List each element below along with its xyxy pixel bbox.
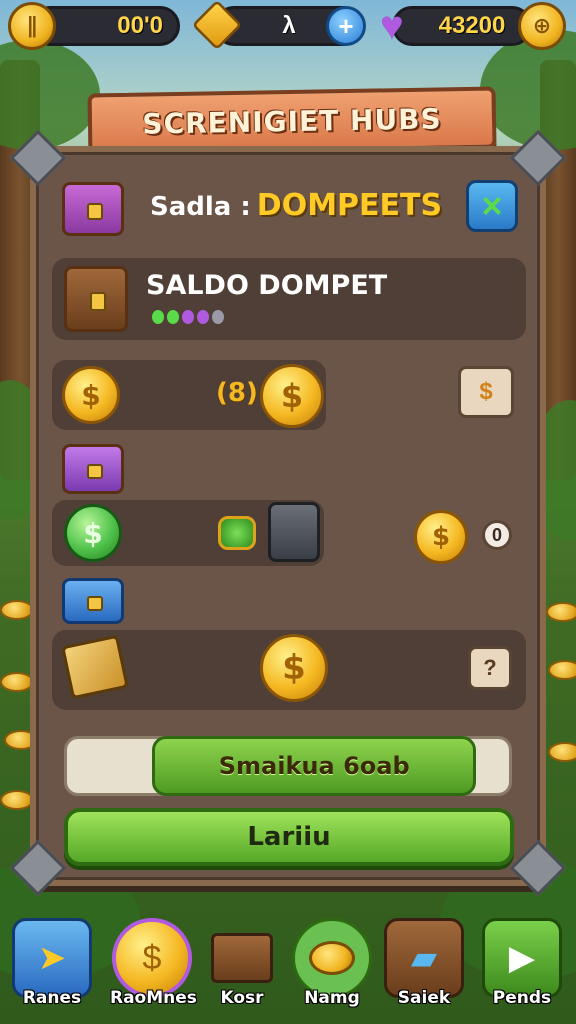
hud-left-value: 00'0 bbox=[117, 12, 163, 39]
violet-chest-icon bbox=[62, 444, 124, 494]
page-title: SCRENIGIET HUBS bbox=[142, 101, 442, 141]
heart-gem-icon: ♥ bbox=[380, 4, 404, 48]
nav-item-4[interactable]: ▰ Saiek bbox=[382, 916, 466, 1016]
nav-label-2: Kosr bbox=[220, 988, 264, 1008]
nav-item-1[interactable]: $ RaoMnes bbox=[110, 916, 197, 1016]
coin-icon: $ bbox=[112, 918, 192, 998]
progress-fill: Smaikua 6oab bbox=[152, 736, 477, 796]
close-icon: × bbox=[481, 185, 503, 226]
hud-gem-value: λ bbox=[282, 12, 296, 39]
nav-item-3[interactable]: Namg bbox=[290, 916, 374, 1016]
nav-label-0: Ranes bbox=[22, 988, 82, 1008]
coin-icon: $ bbox=[62, 366, 120, 424]
green-gem-icon bbox=[218, 516, 256, 550]
play-arrow-icon: ➤ bbox=[12, 918, 92, 998]
nav-label-5: Pends bbox=[492, 988, 552, 1008]
row1-amount: (8) bbox=[216, 378, 258, 408]
progress-label: Smaikua 6oab bbox=[218, 752, 410, 780]
brown-chest-icon bbox=[64, 266, 128, 332]
primary-action-button[interactable]: Lariiu bbox=[64, 808, 514, 866]
pause-icon[interactable]: ∥ bbox=[8, 2, 56, 50]
chest-icon bbox=[202, 918, 282, 998]
help-button[interactable]: ? bbox=[468, 646, 512, 690]
flag-icon: ▶ bbox=[482, 918, 562, 998]
nav-item-0[interactable]: ➤ Ranes bbox=[10, 916, 94, 1016]
row3-value: 0 bbox=[491, 524, 502, 545]
purple-chest-icon bbox=[62, 182, 124, 236]
coin-stack-icon bbox=[292, 918, 372, 998]
wallet-title: SALDO DOMPET bbox=[146, 270, 388, 301]
wallet-header-label: Sadla : DOMPEETS bbox=[150, 188, 442, 223]
nav-label-4: Saiek bbox=[397, 988, 451, 1008]
coin-shop-button[interactable]: ⊕ bbox=[518, 2, 566, 50]
add-gems-button[interactable]: + bbox=[326, 6, 366, 46]
gold-coin-icon: $ bbox=[414, 510, 468, 564]
cards-icon: ▰ bbox=[384, 918, 464, 998]
gem-dots-icon bbox=[152, 310, 224, 324]
nav-item-2[interactable]: Kosr bbox=[200, 916, 284, 1016]
header-highlight: DOMPEETS bbox=[256, 188, 443, 223]
header-prefix: Sadla : bbox=[150, 192, 251, 222]
big-coin-icon: $ bbox=[260, 364, 324, 428]
nav-label-1: RaoMnes bbox=[110, 988, 197, 1008]
safe-icon bbox=[268, 502, 320, 562]
green-coin-icon: $ bbox=[64, 504, 122, 562]
blue-chest-icon bbox=[62, 578, 124, 624]
coin-action-button[interactable]: $ bbox=[458, 366, 514, 418]
nav-label-3: Namg bbox=[304, 988, 360, 1008]
row3-value-badge: 0 bbox=[482, 520, 512, 550]
primary-action-label: Lariiu bbox=[247, 822, 331, 852]
close-button[interactable]: × bbox=[466, 180, 518, 232]
hud-heart-value: 43200 bbox=[438, 12, 506, 39]
nav-item-5[interactable]: ▶ Pends bbox=[480, 916, 564, 1016]
large-coin-icon: $ bbox=[260, 634, 328, 702]
